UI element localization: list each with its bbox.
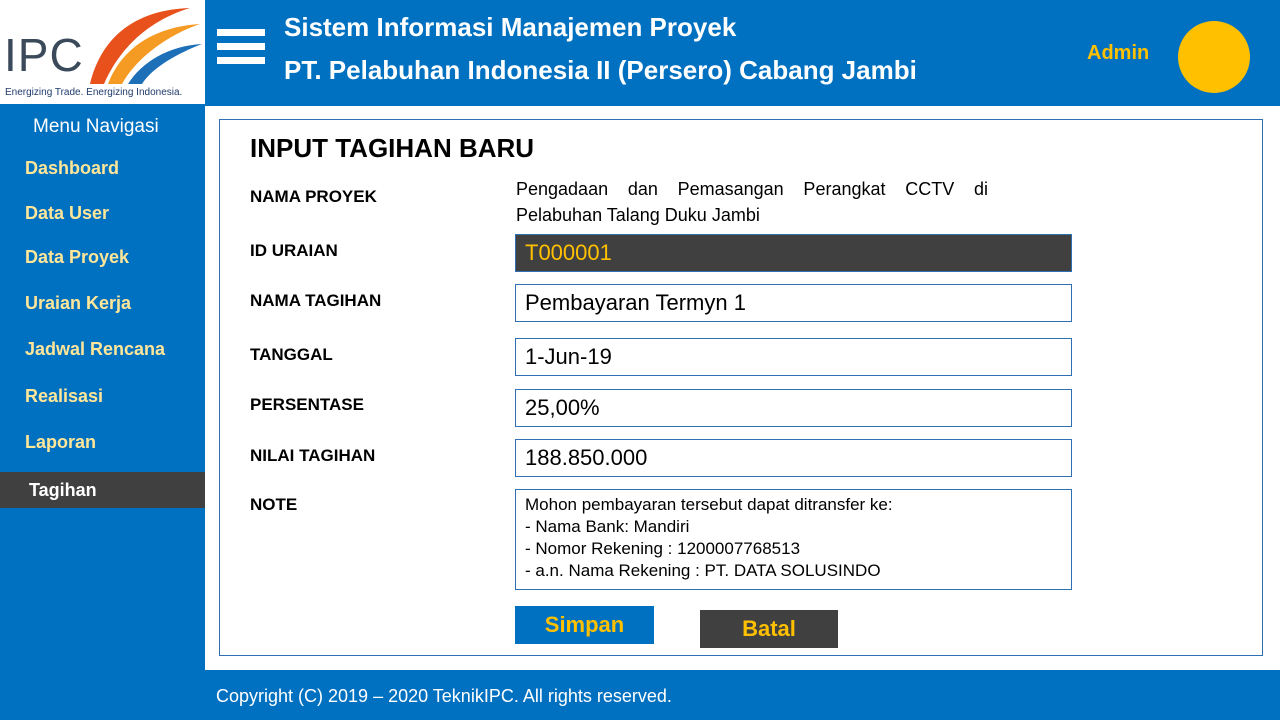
sidebar-item-dashboard[interactable]: Dashboard <box>0 150 205 186</box>
note-line: Mohon pembayaran tersebut dapat ditransf… <box>525 495 893 514</box>
note-line: - Nomor Rekening : 1200007768513 <box>525 539 801 558</box>
header: IPC Energizing Trade. Energizing Indones… <box>0 0 1280 106</box>
persentase-label: PERSENTASE <box>250 395 364 414</box>
nilai-tagihan-field[interactable]: 188.850.000 <box>515 439 1072 477</box>
id-uraian-field[interactable]: T000001 <box>515 234 1072 272</box>
copyright-text: Copyright (C) 2019 – 2020 TeknikIPC. All… <box>216 686 672 706</box>
logo-swoosh-icon <box>90 8 202 84</box>
note-textarea[interactable]: Mohon pembayaran tersebut dapat ditransf… <box>515 489 1072 590</box>
nama-tagihan-field[interactable]: Pembayaran Termyn 1 <box>515 284 1072 322</box>
nama-proyek-label: NAMA PROYEK <box>250 187 377 206</box>
nama-tagihan-label: NAMA TAGIHAN <box>250 291 382 310</box>
sidebar-item-uraian-kerja[interactable]: Uraian Kerja <box>0 285 205 321</box>
persentase-field[interactable]: 25,00% <box>515 389 1072 427</box>
avatar[interactable] <box>1178 21 1250 93</box>
company-subtitle: PT. Pelabuhan Indonesia II (Persero) Cab… <box>284 55 917 85</box>
nilai-tagihan-label: NILAI TAGIHAN <box>250 446 376 465</box>
sidebar-item-data-proyek[interactable]: Data Proyek <box>0 239 205 275</box>
sidebar-item-jadwal-rencana[interactable]: Jadwal Rencana <box>0 331 205 367</box>
logo-text: IPC <box>4 29 84 81</box>
cancel-button[interactable]: Batal <box>700 610 838 648</box>
tanggal-field[interactable]: 1-Jun-19 <box>515 338 1072 376</box>
logo[interactable]: IPC Energizing Trade. Energizing Indones… <box>0 0 205 104</box>
sidebar-item-realisasi[interactable]: Realisasi <box>0 378 205 414</box>
note-line: - a.n. Nama Rekening : PT. DATA SOLUSIND… <box>525 561 881 580</box>
note-line: - Nama Bank: Mandiri <box>525 517 690 536</box>
sidebar-item-laporan[interactable]: Laporan <box>0 424 205 460</box>
tanggal-label: TANGGAL <box>250 345 333 364</box>
save-button[interactable]: Simpan <box>515 606 654 644</box>
page-title: INPUT TAGIHAN BARU <box>250 133 535 163</box>
hamburger-menu-icon[interactable] <box>217 29 265 71</box>
sidebar-item-tagihan[interactable]: Tagihan <box>0 472 205 508</box>
logo-tagline: Energizing Trade. Energizing Indonesia. <box>5 87 183 98</box>
nama-proyek-value: Pengadaan dan Pemasangan Perangkat CCTV … <box>516 179 988 225</box>
note-label: NOTE <box>250 495 298 514</box>
sidebar: Menu Navigasi Dashboard Data User Data P… <box>0 106 205 720</box>
user-name[interactable]: Admin <box>1087 42 1149 65</box>
sidebar-title: Menu Navigasi <box>33 116 159 137</box>
sidebar-item-data-user[interactable]: Data User <box>0 195 205 231</box>
app-title: Sistem Informasi Manajemen Proyek <box>284 12 737 42</box>
id-uraian-label: ID URAIAN <box>250 241 338 260</box>
footer: Copyright (C) 2019 – 2020 TeknikIPC. All… <box>205 670 1280 720</box>
